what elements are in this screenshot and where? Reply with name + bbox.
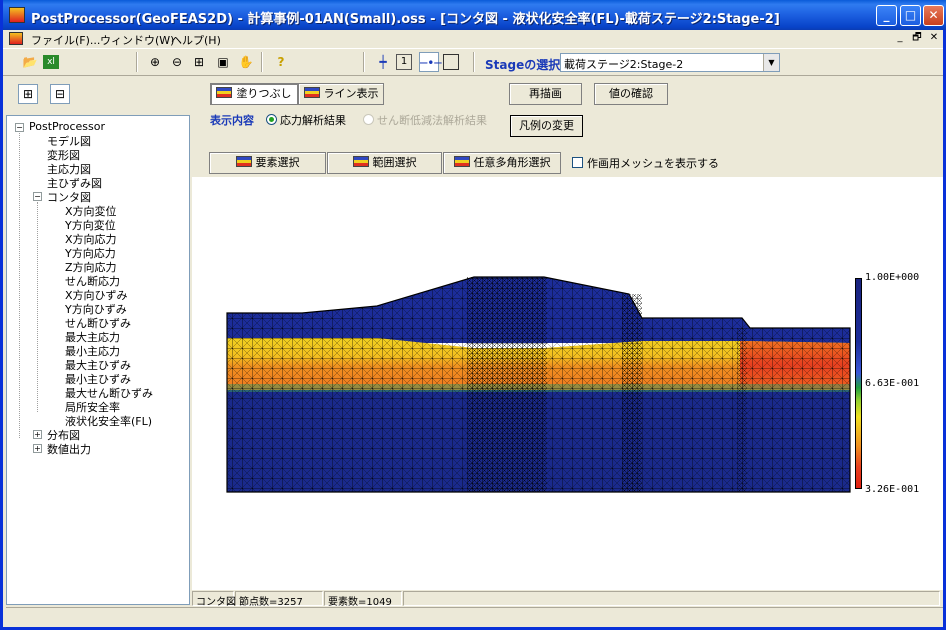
stage-select[interactable]: 載荷ステージ2:Stage-2 ▼ [560, 53, 780, 72]
checkbox-indicator [572, 157, 583, 168]
app-window: PostProcessor(GeoFEAS2D) - 計算事例-01AN(Sma… [0, 0, 946, 630]
soil-domain [226, 276, 851, 493]
toolbar-separator [136, 52, 138, 72]
left-panel: ⊞ ⊟ − PostProcessor モデル図 変形図 主応力図 主ひずみ図 … [6, 77, 190, 605]
dense-mesh-zone [737, 328, 747, 492]
result-tree[interactable]: − PostProcessor モデル図 変形図 主応力図 主ひずみ図 − コン… [6, 115, 190, 605]
color-legend-bar [855, 278, 862, 489]
mdi-minimize-button[interactable]: _ [893, 32, 907, 45]
polygon-select-label: 任意多角形選択 [473, 156, 551, 169]
expand-toggle[interactable]: + [33, 430, 42, 439]
tree-item-numeric-output[interactable]: 数値出力 [47, 441, 91, 457]
element-select-label: 要素選択 [255, 156, 300, 169]
pan-icon[interactable]: ✋ [236, 52, 256, 72]
toolbar-separator [473, 52, 475, 72]
collapse-toggle[interactable]: − [15, 123, 24, 132]
tree-root[interactable]: PostProcessor [29, 120, 105, 133]
status-node-count: 節点数=3257 [235, 591, 323, 608]
radio-stress-analysis[interactable]: 応力解析結果 [266, 112, 346, 128]
line-button-label: ライン表示 [323, 87, 379, 100]
mdi-restore-button[interactable]: 🗗 [910, 32, 924, 45]
show-mesh-checkbox[interactable]: 作画用メッシュを表示する [572, 155, 719, 171]
status-element-count: 要素数=1049 [324, 591, 402, 608]
fill-button-label: 塗りつぶし [236, 87, 292, 100]
legend-mid-label: 6.63E-001 [865, 378, 920, 389]
contour-icon [235, 156, 252, 167]
menu-bar: ファイル(F)... ウィンドウ(W) ヘルプ(H) _ 🗗 ✕ [3, 30, 943, 48]
toolbar: 📂 xl ⊕ ⊖ ⊞ ▣ ✋ ? ┿ 1 ─•─ Stageの選択 載荷ステージ… [3, 48, 943, 76]
minimize-button[interactable]: _ [876, 5, 897, 26]
line-display-button[interactable]: ライン表示 [298, 83, 384, 105]
contour-icon [453, 156, 470, 167]
tree-toolbar: ⊞ ⊟ [6, 77, 190, 113]
contour-icon [216, 87, 233, 98]
menu-help[interactable]: ヘルプ(H) [171, 32, 221, 48]
rect-icon[interactable] [443, 54, 459, 70]
range-select-button[interactable]: 範囲選択 [327, 152, 442, 174]
dense-mesh-zone [467, 277, 547, 492]
contour-icon [352, 156, 369, 167]
status-mode: コンタ図 [192, 591, 236, 608]
legend-max-label: 1.00E+000 [865, 272, 920, 283]
toolbar-separator [363, 52, 365, 72]
contour-canvas[interactable] [192, 178, 943, 590]
stage-select-label: Stageの選択 [485, 58, 561, 72]
tree-connector [19, 133, 20, 438]
radio-indicator [266, 114, 277, 125]
app-icon [9, 7, 25, 23]
polygon-select-button[interactable]: 任意多角形選択 [443, 152, 561, 174]
contour-view-panel: 塗りつぶし ライン表示 再描画 値の確認 表示内容 応力解析結果 せん断低減法解… [192, 77, 943, 590]
display-controls: 塗りつぶし ライン表示 再描画 値の確認 表示内容 応力解析結果 せん断低減法解… [192, 77, 943, 177]
element-icon[interactable]: ─•─ [419, 52, 442, 72]
legend-min-label: 3.26E-001 [865, 484, 920, 495]
element-select-button[interactable]: 要素選択 [209, 152, 326, 174]
stage-select-value: 載荷ステージ2:Stage-2 [564, 58, 684, 71]
mdi-close-button[interactable]: ✕ [927, 32, 941, 45]
expand-toggle[interactable]: + [33, 444, 42, 453]
zoom-out-icon[interactable]: ⊖ [167, 52, 187, 72]
status-bar: コンタ図 節点数=3257 要素数=1049 [192, 590, 943, 608]
zoom-in-icon[interactable]: ⊕ [145, 52, 165, 72]
node-icon[interactable]: ┿ [373, 52, 393, 72]
window-title: PostProcessor(GeoFEAS2D) - 計算事例-01AN(Sma… [31, 12, 780, 27]
help-icon[interactable]: ? [271, 52, 291, 72]
status-empty [403, 591, 940, 606]
window-icon[interactable]: ▣ [213, 52, 233, 72]
collapse-toggle[interactable]: − [33, 192, 42, 201]
fill-button[interactable]: 塗りつぶし [210, 83, 298, 105]
maximize-button[interactable]: □ [900, 5, 921, 26]
tree-expand-icon[interactable]: ⊞ [18, 84, 38, 104]
toolbar-separator [261, 52, 263, 72]
radio-shear-label: せん断低減法解析結果 [377, 114, 487, 127]
dense-mesh-zone [622, 294, 642, 492]
bottom-status-strip [6, 607, 943, 627]
close-button[interactable]: ✕ [923, 5, 944, 26]
contour-plot[interactable] [192, 178, 943, 590]
tree-collapse-icon[interactable]: ⊟ [50, 84, 70, 104]
contour-icon [303, 87, 320, 98]
menu-file[interactable]: ファイル(F)... [31, 32, 100, 48]
radio-indicator [363, 114, 374, 125]
fit-icon[interactable]: ⊞ [189, 52, 209, 72]
radio-stress-label: 応力解析結果 [280, 114, 346, 127]
title-bar[interactable]: PostProcessor(GeoFEAS2D) - 計算事例-01AN(Sma… [3, 0, 946, 30]
check-value-button[interactable]: 値の確認 [594, 83, 668, 105]
show-mesh-label: 作画用メッシュを表示する [587, 157, 719, 170]
number-icon[interactable]: 1 [396, 54, 412, 70]
legend-change-button[interactable]: 凡例の変更 [510, 115, 583, 137]
export-icon[interactable]: xl [43, 55, 59, 69]
tree-connector [37, 202, 38, 412]
radio-shear-reduction: せん断低減法解析結果 [363, 112, 487, 128]
document-icon[interactable] [9, 32, 23, 45]
display-content-label: 表示内容 [210, 114, 254, 127]
range-select-label: 範囲選択 [372, 156, 417, 169]
redraw-button[interactable]: 再描画 [509, 83, 582, 105]
chevron-down-icon[interactable]: ▼ [763, 54, 779, 71]
menu-window[interactable]: ウィンドウ(W) [100, 32, 174, 48]
open-icon[interactable]: 📂 [20, 52, 40, 72]
